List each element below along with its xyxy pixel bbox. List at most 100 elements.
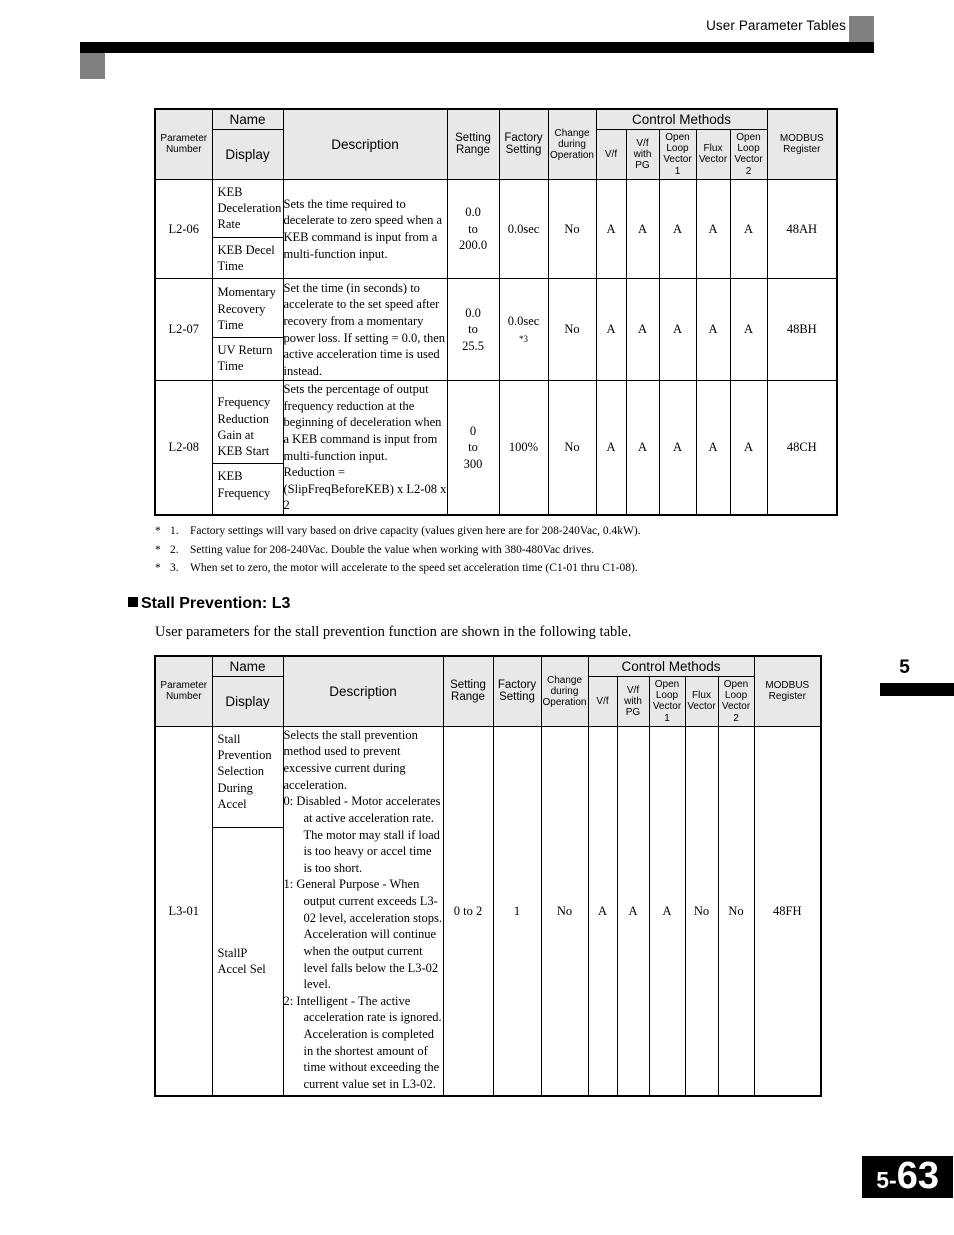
col-modbus-register: MODBUS Register bbox=[753, 655, 822, 727]
cell-parameter-number: L3-01 bbox=[154, 725, 213, 1097]
cell-open-loop-vector-1: A bbox=[658, 380, 697, 516]
cell-vf: A bbox=[587, 725, 618, 1097]
cell-factory-setting: 0.0sec bbox=[498, 178, 549, 280]
col-display: Display bbox=[211, 129, 284, 180]
col-change-during-operation: Change during Operation bbox=[540, 655, 589, 727]
cell-vf: A bbox=[595, 178, 627, 280]
cell-factory-setting: 100% bbox=[498, 380, 549, 516]
description-intro: Selects the stall prevention method used… bbox=[283, 727, 418, 792]
chapter-marker-bar bbox=[880, 683, 954, 696]
description-formula: Reduction = (SlipFreqBeforeKEB) x L2-08 … bbox=[283, 465, 447, 513]
cell-change-during-operation: No bbox=[547, 278, 597, 382]
col-display: Display bbox=[211, 676, 284, 727]
section-heading: Stall Prevention: L3 bbox=[128, 595, 290, 613]
col-flux-vector: Flux Vector bbox=[684, 676, 719, 727]
cell-description: Sets the percentage of output frequency … bbox=[282, 380, 448, 516]
cell-vf-with-pg: A bbox=[625, 380, 660, 516]
footnotes-list: * 1. Factory settings will vary based on d… bbox=[155, 522, 875, 578]
table-header-row-1: Parameter Number Name Description Settin… bbox=[154, 108, 838, 180]
col-factory-setting: Factory Setting bbox=[498, 108, 549, 180]
name-stack: Momentary Recovery Time UV Return Time bbox=[212, 280, 283, 378]
cell-flux-vector: A bbox=[695, 380, 731, 516]
footnote-star: * bbox=[155, 543, 161, 556]
cell-parameter-number: L2-06 bbox=[154, 178, 213, 280]
cell-name: Frequency Reduction Gain at KEB Start KEB Fr… bbox=[211, 380, 284, 516]
col-parameter-number: Parameter Number bbox=[154, 655, 213, 727]
col-modbus-register: MODBUS Register bbox=[766, 108, 838, 180]
name-bottom: KEB Decel Time bbox=[212, 236, 283, 279]
cell-description: Set the time (in seconds) to accelerate … bbox=[282, 278, 448, 382]
running-header-title: User Parameter Tables bbox=[706, 18, 846, 33]
cell-setting-range: 0.0 to 200.0 bbox=[446, 178, 500, 280]
name-top: Stall Prevention Selection During Accel bbox=[217, 731, 272, 811]
cell-factory-setting: 0.0sec *3 bbox=[498, 278, 549, 382]
cell-parameter-number: L2-08 bbox=[154, 380, 213, 516]
cell-open-loop-vector-2: A bbox=[729, 178, 768, 280]
name-top: KEB Deceleration Rate bbox=[217, 184, 282, 232]
name-stack: Stall Prevention Selection During Accel Stal… bbox=[212, 727, 283, 1095]
name-stack: KEB Deceleration Rate KEB Decel Time bbox=[212, 180, 283, 279]
cell-description: Sets the time required to decelerate to … bbox=[282, 178, 448, 280]
description-option-0: 0: Disabled - Motor accelerates at activ… bbox=[283, 794, 441, 875]
header-gray-tab-left bbox=[80, 53, 105, 79]
name-bottom: StallP Accel Sel bbox=[212, 826, 283, 1095]
description-option-1: 1: General Purpose - When output current… bbox=[283, 877, 443, 992]
col-description: Description bbox=[282, 108, 448, 180]
col-vf: V/f bbox=[595, 129, 627, 180]
col-setting-range: Setting Range bbox=[442, 655, 494, 727]
table-header: Parameter Number Name Description Settin… bbox=[154, 108, 838, 180]
section-heading-text: Stall Prevention: L3 bbox=[141, 595, 291, 612]
cell-open-loop-vector-2: No bbox=[717, 725, 755, 1097]
header-rule bbox=[80, 42, 874, 53]
name-bottom: KEB Frequency bbox=[212, 463, 283, 505]
table-body: L2-06 KEB Deceleration Rate KEB Decel Time … bbox=[154, 178, 838, 516]
cell-change-during-operation: No bbox=[547, 178, 597, 280]
table-row: L3-01 Stall Prevention Selection During Acce… bbox=[154, 725, 822, 1097]
folio-chapter: 5 bbox=[876, 1167, 890, 1193]
table-body: L3-01 Stall Prevention Selection During Acce… bbox=[154, 725, 822, 1097]
parameter-table-l2: Parameter Number Name Description Settin… bbox=[154, 108, 839, 517]
footnote-star: * bbox=[155, 562, 161, 575]
footnote-item: * 3. When set to zero, the motor will acce… bbox=[155, 559, 875, 578]
cell-flux-vector: A bbox=[695, 178, 731, 280]
parameter-table-l3: Parameter Number Name Description Settin… bbox=[154, 655, 823, 1098]
cell-open-loop-vector-1: A bbox=[658, 278, 697, 382]
col-setting-range: Setting Range bbox=[446, 108, 500, 180]
col-name: Name bbox=[211, 655, 284, 678]
page-running-header: User Parameter Tables bbox=[0, 16, 954, 79]
col-open-loop-vector-1: Open Loop Vector 1 bbox=[648, 676, 686, 727]
cell-flux-vector: A bbox=[695, 278, 731, 382]
table-header-row-1: Parameter Number Name Description Settin… bbox=[154, 655, 822, 727]
cell-change-during-operation: No bbox=[540, 725, 589, 1097]
col-vf: V/f bbox=[587, 676, 618, 727]
col-change-during-operation: Change during Operation bbox=[547, 108, 597, 180]
folio-page: 63 bbox=[896, 1155, 939, 1197]
cell-open-loop-vector-1: A bbox=[658, 178, 697, 280]
col-open-loop-vector-1: Open Loop Vector 1 bbox=[658, 129, 697, 180]
cell-modbus-register: 48CH bbox=[766, 380, 838, 516]
cell-change-during-operation: No bbox=[547, 380, 597, 516]
footnote-item: * 1. Factory settings will vary based on d… bbox=[155, 522, 875, 541]
col-flux-vector: Flux Vector bbox=[695, 129, 731, 180]
col-control-methods: Control Methods bbox=[595, 108, 768, 131]
cell-factory-setting: 1 bbox=[492, 725, 542, 1097]
table-row: L2-07 Momentary Recovery Time UV Return Tim… bbox=[154, 278, 838, 382]
cell-flux-vector: No bbox=[684, 725, 719, 1097]
footnote-number: 3. bbox=[170, 562, 179, 575]
cell-setting-range: 0.0 to 25.5 bbox=[446, 278, 500, 382]
name-stack: Frequency Reduction Gain at KEB Start KEB Fr… bbox=[212, 390, 283, 505]
col-open-loop-vector-2: Open Loop Vector 2 bbox=[729, 129, 768, 180]
col-name: Name bbox=[211, 108, 284, 131]
cell-name: KEB Deceleration Rate KEB Decel Time bbox=[211, 178, 284, 280]
footnote-number: 2. bbox=[170, 543, 179, 556]
cell-parameter-number: L2-07 bbox=[154, 278, 213, 382]
cell-vf-with-pg: A bbox=[625, 278, 660, 382]
col-description: Description bbox=[282, 655, 444, 727]
col-factory-setting: Factory Setting bbox=[492, 655, 542, 727]
col-control-methods: Control Methods bbox=[587, 655, 755, 678]
square-bullet-icon bbox=[128, 597, 138, 607]
description-paragraph: Sets the percentage of output frequency … bbox=[283, 382, 442, 463]
footnote-star: * bbox=[155, 525, 161, 537]
chapter-marker: 5 bbox=[855, 658, 954, 696]
header-gray-tab-right bbox=[849, 16, 874, 42]
